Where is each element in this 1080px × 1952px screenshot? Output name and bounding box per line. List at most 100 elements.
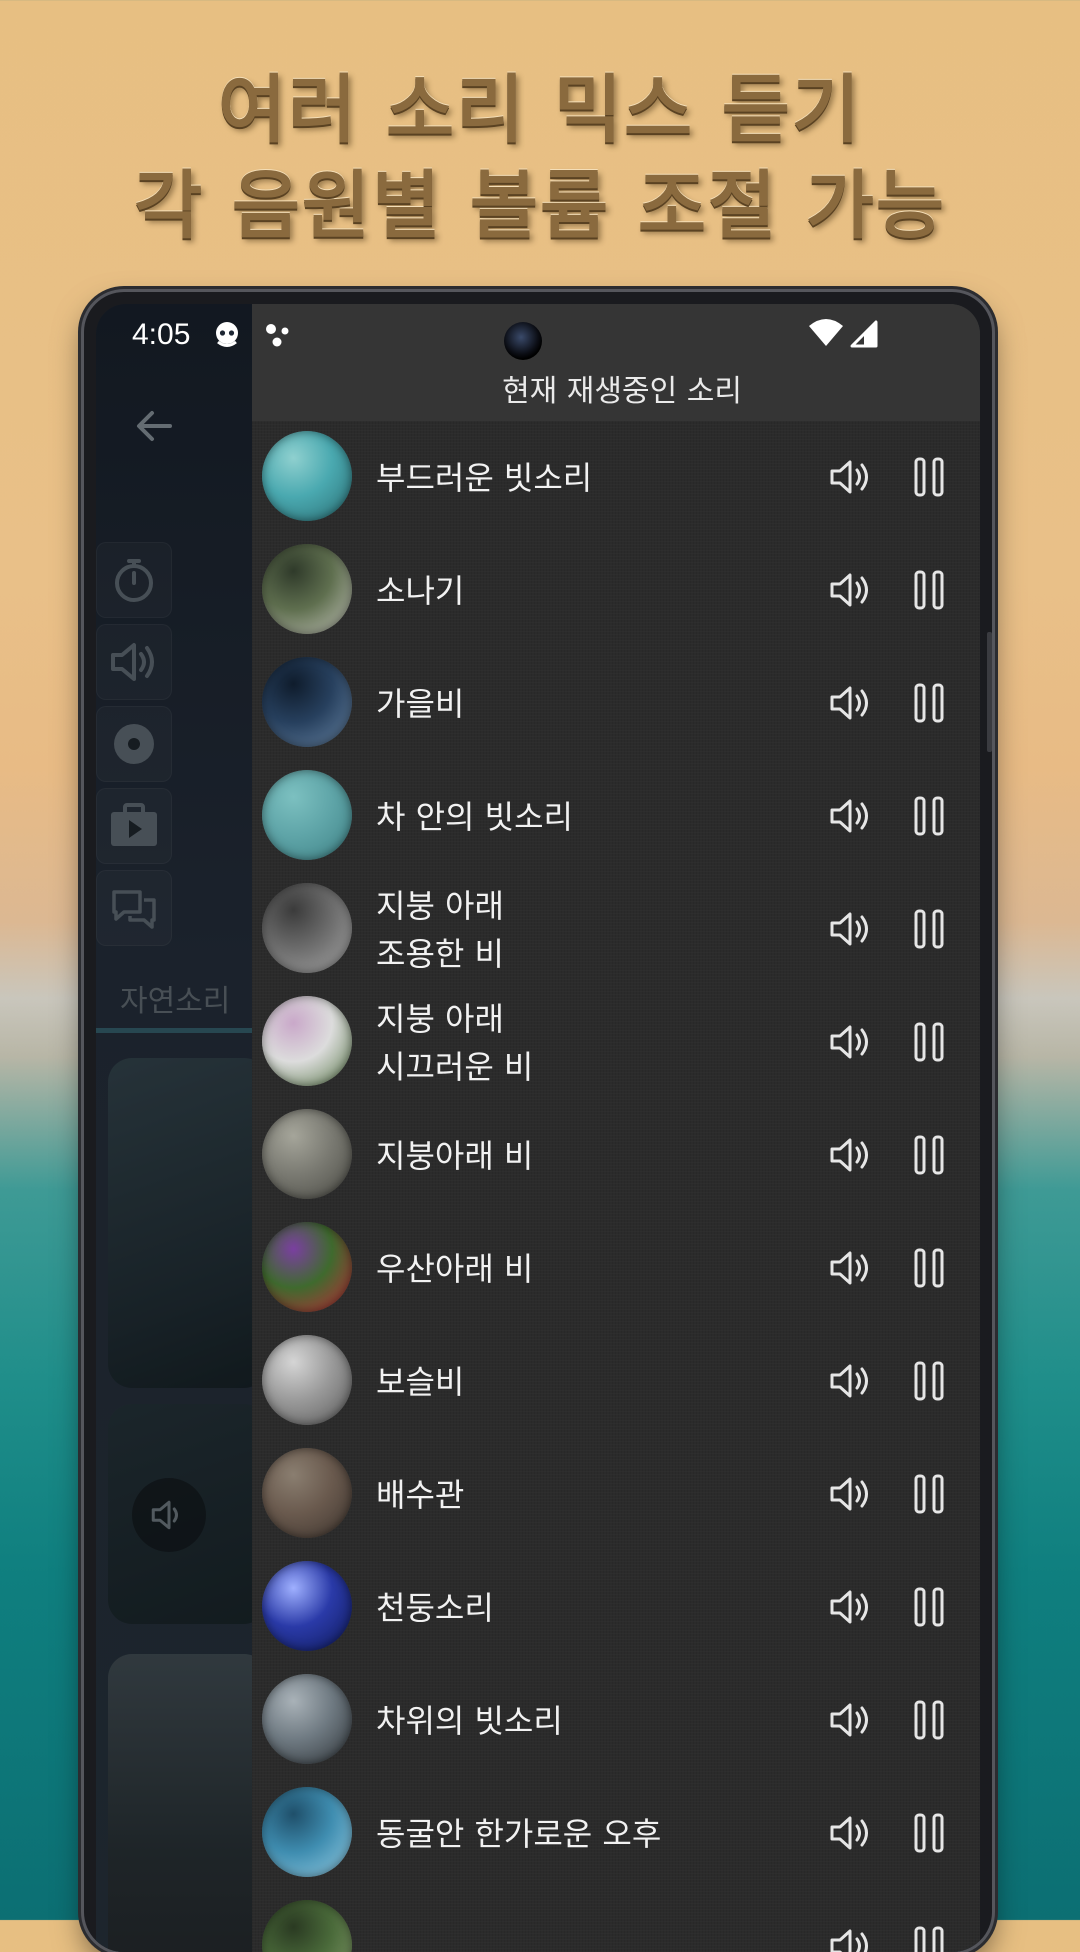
sound-row[interactable]: 차 안의 빗소리 (252, 760, 980, 873)
sound-row[interactable]: 가을비 (252, 647, 980, 760)
sound-thumbnail (262, 1674, 352, 1764)
sound-name: 동굴안 한가로운 오후 (376, 1777, 661, 1890)
volume-icon[interactable] (828, 1247, 874, 1289)
front-camera (504, 322, 542, 360)
sound-list: 부드러운 빗소리 소나기 가을비 차 안의 빗소리 지붕 아래 조용한 비 지붕 아래 시끄러… (252, 421, 980, 1952)
sound-name-line-1: 가을비 (376, 684, 465, 723)
sound-row[interactable] (252, 1890, 980, 1952)
sound-name-line-1: 지붕 아래 (376, 886, 504, 925)
sound-name: 차위의 빗소리 (376, 1664, 563, 1777)
sound-row[interactable]: 지붕 아래조용한 비 (252, 873, 980, 986)
sound-name-line-1: 소나기 (376, 571, 465, 610)
sound-thumbnail (262, 1448, 352, 1538)
pause-icon[interactable] (914, 1587, 944, 1627)
sound-thumbnail (262, 1900, 352, 1952)
sound-thumbnail (262, 1787, 352, 1877)
sound-name-line-1: 배수관 (376, 1475, 465, 1514)
phone-frame: 자연소리 현재 재생중인 소리 부드러운 빗소리소나기가을비차 안의 빗소리지붕… (84, 292, 992, 1952)
sound-row[interactable]: 동굴안 한가로운 오후 (252, 1777, 980, 1890)
assistant-dots-icon (266, 324, 289, 347)
sound-row[interactable]: 지붕아래 비 (252, 1099, 980, 1212)
promo-line-1: 여러 소리 믹스 듣기 (218, 67, 862, 153)
side-button (987, 632, 992, 752)
sound-name: 보슬비 (376, 1325, 464, 1438)
sound-name: 지붕아래 비 (376, 1099, 533, 1212)
volume-icon[interactable] (828, 1925, 874, 1952)
phone-screen: 자연소리 현재 재생중인 소리 부드러운 빗소리소나기가을비차 안의 빗소리지붕… (96, 304, 980, 1952)
volume-icon[interactable] (828, 1021, 874, 1063)
sound-name: 차 안의 빗소리 (376, 760, 573, 873)
sound-thumbnail (262, 770, 352, 860)
pause-icon[interactable] (914, 570, 944, 610)
pause-icon[interactable] (914, 1248, 944, 1288)
pause-icon[interactable] (914, 457, 944, 497)
sound-thumbnail (262, 657, 352, 747)
volume-icon[interactable] (828, 1360, 874, 1402)
pause-icon[interactable] (914, 796, 944, 836)
pause-icon[interactable] (914, 1135, 944, 1175)
sound-thumbnail (262, 431, 352, 521)
promo-headline: 여러 소리 믹스 듣기 각 음원별 볼륨 조절 가능 (0, 62, 1080, 254)
pause-icon[interactable] (914, 1022, 944, 1062)
pause-icon[interactable] (914, 1813, 944, 1853)
scrim[interactable] (96, 304, 256, 1952)
sound-row[interactable]: 지붕 아래시끄러운 비 (252, 986, 980, 1099)
wifi-icon (809, 319, 843, 346)
promo-line-2: 각 음원별 볼륨 조절 가능 (134, 163, 946, 249)
headset-icon (216, 322, 238, 347)
sound-thumbnail (262, 1222, 352, 1312)
volume-icon[interactable] (828, 1699, 874, 1741)
sound-row[interactable]: 소나기 (252, 534, 980, 647)
cell-signal-icon (850, 320, 878, 348)
sound-name-line-1: 동굴안 한가로운 오후 (376, 1814, 662, 1853)
sound-row[interactable]: 부드러운 빗소리 (252, 421, 980, 534)
sound-name-line-1: 지붕 아래 (376, 999, 504, 1038)
sound-thumbnail (262, 544, 352, 634)
sound-thumbnail (262, 1335, 352, 1425)
sound-name: 천둥소리 (376, 1551, 494, 1664)
sound-name-line-1: 차위의 빗소리 (376, 1701, 563, 1740)
sound-row[interactable]: 차위의 빗소리 (252, 1664, 980, 1777)
sound-name: 부드러운 빗소리 (376, 421, 592, 534)
sound-thumbnail (262, 1561, 352, 1651)
sound-thumbnail (262, 1109, 352, 1199)
now-playing-panel: 현재 재생중인 소리 부드러운 빗소리 소나기 가을비 차 안의 빗소리 지붕 아래 조용… (252, 304, 980, 1952)
sound-name-line-1: 천둥소리 (376, 1588, 494, 1627)
sound-name-line-1: 부드러운 빗소리 (376, 458, 593, 497)
sound-name: 소나기 (376, 534, 464, 647)
sound-name: 가을비 (376, 647, 464, 760)
sound-name-line-1: 차 안의 빗소리 (376, 797, 573, 836)
pause-icon[interactable] (914, 683, 944, 723)
volume-icon[interactable] (828, 569, 874, 611)
volume-icon[interactable] (828, 795, 874, 837)
volume-icon[interactable] (828, 1134, 874, 1176)
volume-icon[interactable] (828, 682, 874, 724)
pause-icon[interactable] (914, 909, 944, 949)
sound-name: 우산아래 비 (376, 1212, 533, 1325)
sound-name: 지붕 아래시끄러운 비 (376, 986, 533, 1099)
volume-icon[interactable] (828, 1812, 874, 1854)
background-app: 자연소리 (96, 304, 268, 1952)
sound-thumbnail (262, 996, 352, 1086)
sound-name-line-1: 보슬비 (376, 1362, 465, 1401)
pause-icon[interactable] (914, 1926, 944, 1952)
sound-thumbnail (262, 883, 352, 973)
pause-icon[interactable] (914, 1700, 944, 1740)
pause-icon[interactable] (914, 1361, 944, 1401)
volume-icon[interactable] (828, 1586, 874, 1628)
sound-row[interactable]: 천둥소리 (252, 1551, 980, 1664)
pause-icon[interactable] (914, 1474, 944, 1514)
sound-name-line-1: 우산아래 비 (376, 1249, 534, 1288)
sound-name: 지붕 아래조용한 비 (376, 873, 504, 986)
volume-icon[interactable] (828, 456, 874, 498)
sound-name-line-2: 시끄러운 비 (376, 1047, 534, 1086)
sound-name-line-2: 조용한 비 (376, 934, 504, 973)
sound-row[interactable]: 배수관 (252, 1438, 980, 1551)
sound-name: 배수관 (376, 1438, 464, 1551)
sound-row[interactable]: 보슬비 (252, 1325, 980, 1438)
volume-icon[interactable] (828, 1473, 874, 1515)
sound-row[interactable]: 우산아래 비 (252, 1212, 980, 1325)
volume-icon[interactable] (828, 908, 874, 950)
sound-name-line-1: 지붕아래 비 (376, 1136, 534, 1175)
panel-title: 현재 재생중인 소리 (502, 374, 742, 409)
